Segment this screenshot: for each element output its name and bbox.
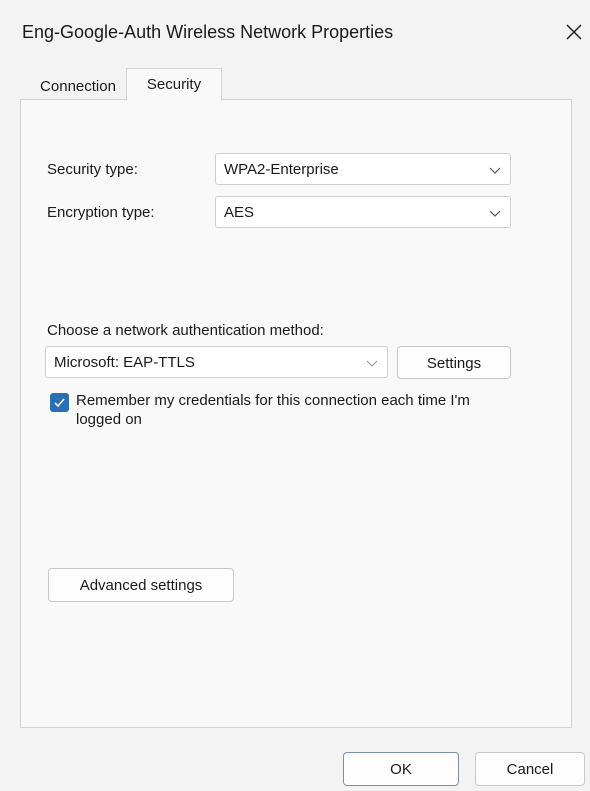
window-title: Eng-Google-Auth Wireless Network Propert… [22,22,394,42]
settings-button[interactable]: Settings [397,346,511,379]
properties-dialog: Eng-Google-Auth Wireless Network Propert… [0,0,590,791]
auth-method-value: Microsoft: EAP-TTLS [54,354,195,371]
title-bar: Eng-Google-Auth Wireless Network Propert… [0,0,590,62]
tab-security[interactable]: Security [126,68,222,101]
remember-credentials-label[interactable]: Remember my credentials for this connect… [76,391,476,429]
security-type-value: WPA2-Enterprise [224,161,339,178]
remember-credentials-checkbox[interactable] [50,393,69,412]
close-button[interactable] [560,16,588,48]
close-icon [566,24,582,40]
tab-connection[interactable]: Connection [26,72,130,100]
auth-method-label: Choose a network authentication method: [47,322,324,339]
auth-method-select[interactable]: Microsoft: EAP-TTLS [45,346,388,378]
chevron-down-icon [366,360,378,367]
tab-strip: Connection Security [20,68,572,101]
encryption-type-select[interactable]: AES [215,196,511,228]
checkmark-icon [54,398,65,408]
encryption-type-value: AES [224,204,255,221]
cancel-button[interactable]: Cancel [475,752,585,786]
security-type-select[interactable]: WPA2-Enterprise [215,153,511,185]
chevron-down-icon [489,210,501,217]
encryption-type-label: Encryption type: [47,204,155,221]
chevron-down-icon [489,167,501,174]
ok-button[interactable]: OK [343,752,459,786]
advanced-settings-button[interactable]: Advanced settings [48,568,234,602]
security-type-label: Security type: [47,161,138,178]
